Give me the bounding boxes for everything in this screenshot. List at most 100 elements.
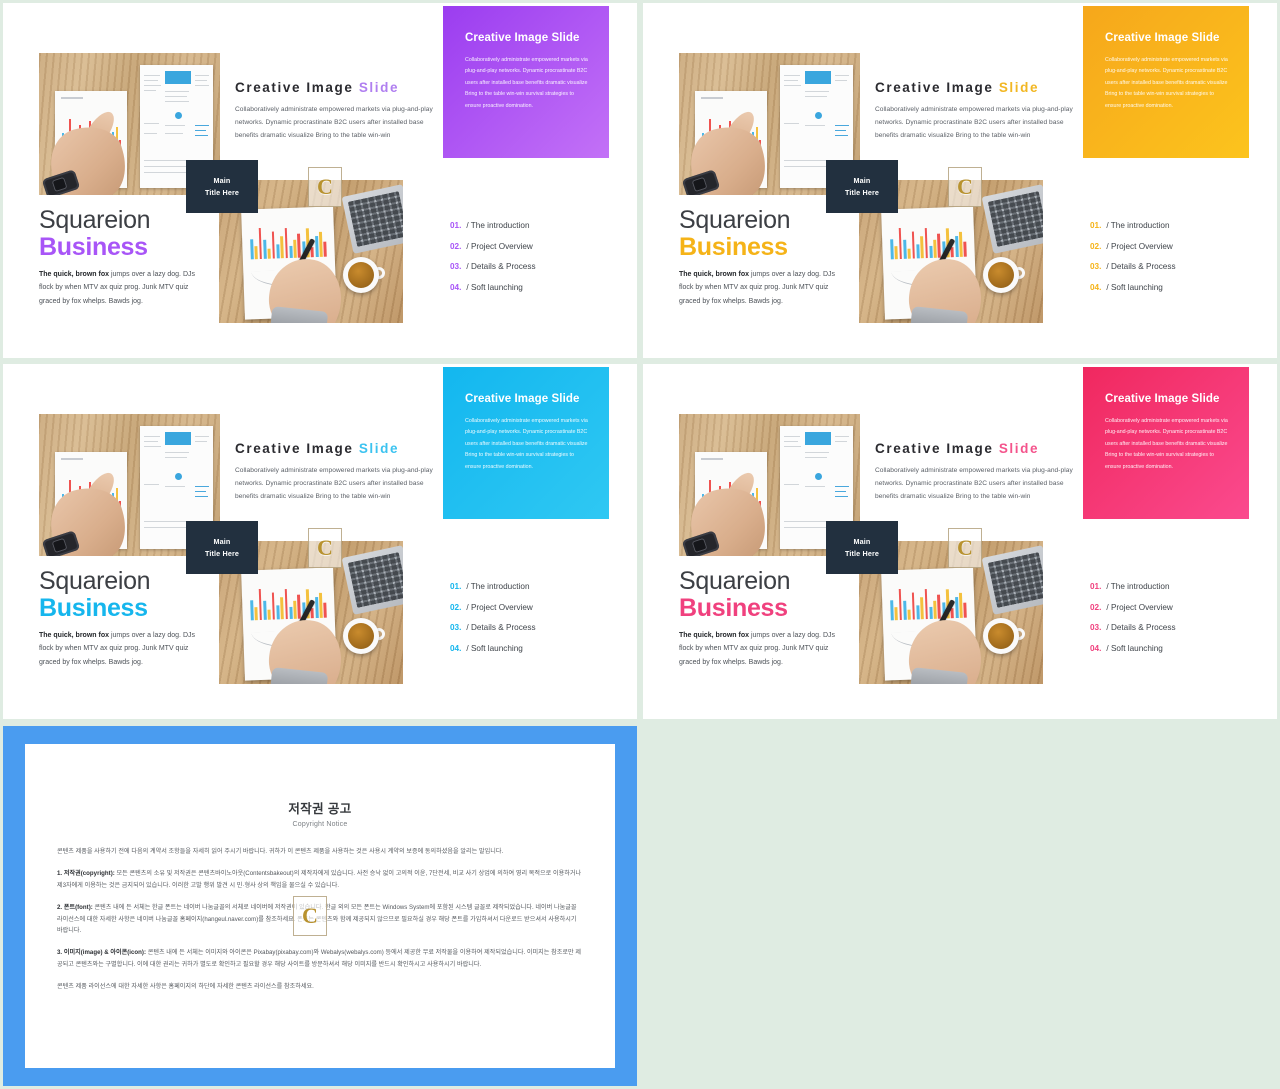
- brand-line-2: Business: [679, 233, 788, 261]
- chart-bar: [907, 609, 911, 620]
- main-title-line1: Main: [213, 176, 231, 186]
- agenda-item[interactable]: 03. / Details & Process: [1090, 623, 1176, 632]
- main-title-box[interactable]: Main Title Here: [186, 521, 258, 574]
- agenda-item[interactable]: 01. / The introduction: [450, 221, 536, 230]
- chart-bar: [916, 244, 920, 259]
- chart-bar: [907, 248, 911, 259]
- chart-bar: [254, 607, 258, 621]
- slide-panel-3[interactable]: C Creative Image Slide Collaboratively a…: [3, 364, 637, 719]
- main-title-box[interactable]: Main Title Here: [186, 160, 258, 213]
- main-title-line1: Main: [213, 537, 231, 547]
- main-title-box[interactable]: Main Title Here: [826, 160, 898, 213]
- chart-bar: [924, 228, 929, 259]
- brand-paragraph: The quick, brown fox jumps over a lazy d…: [679, 268, 851, 308]
- gradient-card[interactable]: Creative Image Slide Collaboratively adm…: [1083, 367, 1249, 519]
- slide-panel-2[interactable]: C Creative Image Slide Collaboratively a…: [643, 3, 1277, 358]
- chart-bar: [293, 600, 297, 619]
- chart-bar: [310, 247, 314, 258]
- agenda-item[interactable]: 04. / Soft launching: [450, 283, 536, 292]
- chart-bar: [920, 597, 924, 620]
- chart-bar: [950, 247, 954, 258]
- chart-bar: [267, 248, 271, 259]
- chart-bar: [903, 239, 907, 259]
- brand-line-2: Business: [679, 594, 788, 622]
- agenda-item-label: / Details & Process: [466, 623, 536, 632]
- agenda-item[interactable]: 04. / Soft launching: [1090, 644, 1176, 653]
- agenda-item-label: / Details & Process: [1106, 262, 1176, 271]
- copyright-inner-card: 저작권 공고 Copyright Notice 콘텐츠 제품을 사용하기 전에 …: [25, 744, 615, 1068]
- intro-paragraph: Collaboratively administrate empowered m…: [235, 467, 433, 500]
- coffee-cup-graphic: [343, 257, 379, 293]
- agenda-item[interactable]: 01. / The introduction: [1090, 221, 1176, 230]
- chart-bar: [276, 244, 280, 259]
- page-title: Creative Image Slide: [235, 441, 399, 456]
- brand-paragraph-bold: The quick, brown fox: [39, 632, 110, 639]
- agenda-item[interactable]: 04. / Soft launching: [1090, 283, 1176, 292]
- chart-bar: [293, 239, 297, 258]
- gradient-card-title: Creative Image Slide: [1105, 393, 1220, 405]
- agenda-item-number: 01.: [1090, 221, 1102, 230]
- agenda-item[interactable]: 03. / Details & Process: [450, 262, 536, 271]
- headline-accent: Slide: [998, 441, 1040, 456]
- chart-bar: [258, 227, 263, 260]
- chart-bar: [898, 227, 903, 260]
- copyright-paragraph: 3. 이미지(image) & 아이콘(icon): 콘텐츠 내에 든 서체는 …: [57, 949, 581, 969]
- main-title-line1: Main: [853, 176, 871, 186]
- agenda-item-label: / Project Overview: [1106, 241, 1173, 251]
- gradient-card-body: Collaboratively administrate empowered m…: [1105, 418, 1228, 470]
- agenda-item-label: / Soft launching: [1106, 643, 1163, 653]
- agenda-item[interactable]: 03. / Details & Process: [450, 623, 536, 632]
- headline-main: Creative Image: [875, 80, 994, 95]
- brand-paragraph: The quick, brown fox jumps over a lazy d…: [39, 629, 211, 669]
- agenda-item-number: 04.: [450, 643, 462, 653]
- agenda-item-label: / Project Overview: [466, 602, 533, 612]
- agenda-item[interactable]: 02. / Project Overview: [1090, 242, 1176, 251]
- chart-bar: [929, 606, 933, 619]
- chart-bar: [963, 241, 967, 257]
- chart-bar: [890, 239, 894, 260]
- chart-bar: [263, 600, 267, 620]
- chart-bar: [950, 608, 954, 619]
- agenda-item[interactable]: 02. / Project Overview: [450, 242, 536, 251]
- chart-bar: [890, 600, 894, 621]
- intro-paragraph: Collaboratively administrate empowered m…: [875, 106, 1073, 139]
- main-title-line2: Title Here: [844, 548, 880, 558]
- agenda-item[interactable]: 02. / Project Overview: [1090, 603, 1176, 612]
- slide-panel-4[interactable]: C Creative Image Slide Collaboratively a…: [643, 364, 1277, 719]
- slide-panel-1[interactable]: C Creative Image Slide Collaboratively a…: [3, 3, 637, 358]
- agenda-item[interactable]: 02. / Project Overview: [450, 603, 536, 612]
- agenda-item[interactable]: 01. / The introduction: [1090, 582, 1176, 591]
- laptop-graphic: [341, 184, 403, 254]
- chart-bar: [954, 596, 959, 619]
- chart-bar: [903, 600, 907, 620]
- gradient-card-title: Creative Image Slide: [465, 32, 580, 44]
- brand-line-1: Squareion: [679, 567, 791, 595]
- agenda-item-number: 02.: [1090, 241, 1102, 251]
- chart-bar: [289, 245, 293, 258]
- empty-background-cell: [643, 726, 1277, 1086]
- copyright-paragraph: 콘텐츠 제품 라이선스에 대한 자세한 사항은 홈페이지의 하단에 자세한 콘텐…: [57, 983, 314, 990]
- gradient-card[interactable]: Creative Image Slide Collaboratively adm…: [443, 6, 609, 158]
- gradient-card[interactable]: Creative Image Slide Collaboratively adm…: [1083, 6, 1249, 158]
- chart-bar: [289, 606, 293, 619]
- bar-chart-graphic: [250, 223, 327, 260]
- copyright-heading: 저작권 공고 Copyright Notice: [57, 798, 583, 828]
- watermark-c-icon: C: [948, 167, 982, 207]
- page-title: Creative Image Slide: [875, 80, 1039, 95]
- headline-main: Creative Image: [875, 441, 994, 456]
- agenda-item[interactable]: 04. / Soft launching: [450, 644, 536, 653]
- main-title-line2: Title Here: [204, 187, 240, 197]
- agenda-item-number: 04.: [450, 282, 462, 292]
- main-title-box[interactable]: Main Title Here: [826, 521, 898, 574]
- brand-lockup: Squareion Business: [679, 207, 791, 261]
- slide-panel-copyright[interactable]: 저작권 공고 Copyright Notice 콘텐츠 제품을 사용하기 전에 …: [3, 726, 637, 1086]
- gradient-card[interactable]: Creative Image Slide Collaboratively adm…: [443, 367, 609, 519]
- agenda-item[interactable]: 01. / The introduction: [450, 582, 536, 591]
- agenda-item-label: / Details & Process: [1106, 623, 1176, 632]
- chart-bar: [250, 239, 254, 260]
- chart-bar: [323, 602, 327, 618]
- agenda-item[interactable]: 03. / Details & Process: [1090, 262, 1176, 271]
- agenda-item-number: 01.: [450, 221, 462, 230]
- intro-paragraph: Collaboratively administrate empowered m…: [235, 106, 433, 139]
- brand-line-2: Business: [39, 594, 148, 622]
